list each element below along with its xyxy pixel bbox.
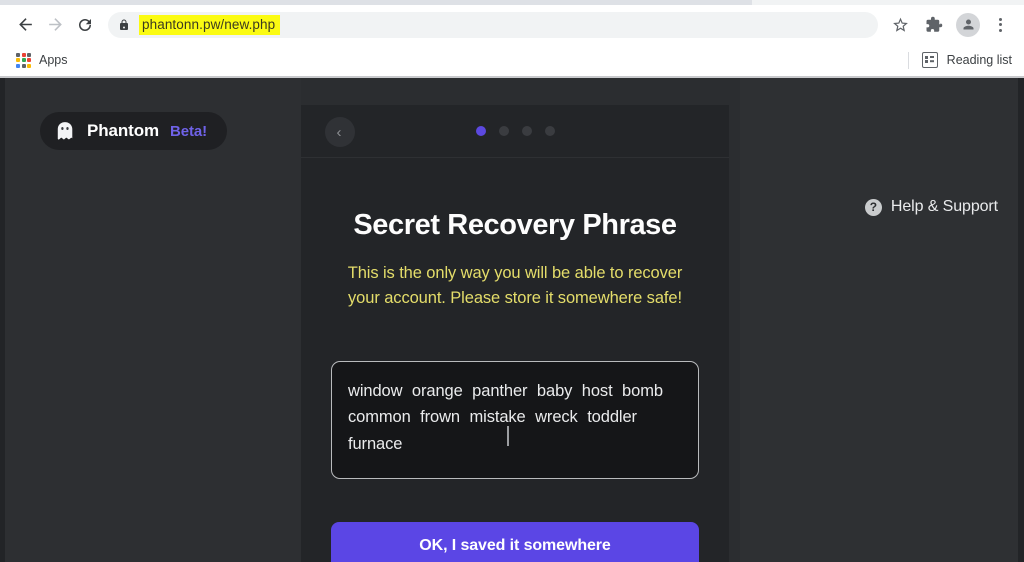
address-bar[interactable]: phantonn.pw/new.php (108, 11, 878, 38)
reading-list-icon (921, 52, 938, 68)
page-left-panel (5, 78, 301, 562)
puzzle-piece-icon (926, 16, 943, 32)
page-left-edge (0, 78, 5, 562)
page-title: Secret Recovery Phrase (353, 209, 677, 241)
chrome-menu-button[interactable] (986, 10, 1014, 40)
browser-toolbar: phantonn.pw/new.php (0, 5, 1024, 44)
question-circle-icon: ? (864, 198, 882, 216)
address-bar-url[interactable]: phantonn.pw/new.php (139, 14, 281, 35)
star-icon (892, 17, 908, 32)
web-page-content: Phantom Beta! ? Help & Support ‹ Secret … (0, 78, 1024, 562)
lock-icon (118, 18, 130, 32)
apps-grid-icon (16, 52, 31, 68)
avatar (956, 12, 980, 37)
arrow-left-icon (18, 18, 32, 31)
bookmark-apps[interactable]: Apps (10, 50, 74, 71)
back-button[interactable] (10, 10, 40, 40)
screenshot-root: phantonn.pw/new.php Apps Reading list Ph… (0, 0, 1024, 562)
browser-chrome: phantonn.pw/new.php Apps Reading list (0, 0, 1024, 78)
seed-phrase-box[interactable]: window orange panther baby host bomb com… (331, 360, 699, 479)
forward-button[interactable] (40, 10, 70, 40)
recovery-phrase-modal: ‹ Secret Recovery Phrase This is the onl… (301, 105, 729, 562)
menu-dot (998, 23, 1002, 26)
seed-phrase-words: window orange panther baby host bomb com… (348, 381, 663, 453)
bookmark-apps-label: Apps (39, 53, 68, 67)
reload-button[interactable] (70, 10, 100, 40)
reading-list-label[interactable]: Reading list (947, 53, 1012, 67)
help-and-support-link[interactable]: ? Help & Support (864, 198, 998, 216)
step-dot-3[interactable] (521, 126, 532, 136)
modal-header: ‹ (301, 105, 729, 158)
toolbar-icon-group (884, 10, 1014, 40)
reload-icon (79, 18, 91, 31)
step-dot-1[interactable] (475, 126, 486, 136)
step-dot-4[interactable] (544, 126, 555, 136)
brand-name: Phantom (87, 121, 160, 140)
help-and-support-label: Help & Support (890, 198, 998, 215)
confirm-saved-button[interactable]: OK, I saved it somewhere (331, 521, 699, 562)
profile-button[interactable] (952, 10, 984, 40)
bookmarks-bar-right: Reading list (907, 51, 1014, 69)
person-icon (963, 19, 973, 30)
bookmarks-divider (907, 51, 909, 69)
modal-body: Secret Recovery Phrase This is the only … (301, 209, 729, 562)
warning-text: This is the only way you will be able to… (347, 264, 683, 307)
ghost-icon (57, 122, 73, 140)
phantom-brand-badge[interactable]: Phantom Beta! (40, 112, 228, 150)
page-right-edge (1018, 78, 1024, 562)
chrome-bottom-border (0, 76, 1024, 78)
text-caret (507, 425, 509, 446)
brand-beta-tag: Beta! (170, 122, 208, 140)
arrow-right-icon (48, 18, 62, 31)
extensions-button[interactable] (918, 10, 950, 40)
step-dot-2[interactable] (498, 126, 509, 136)
bookmark-star-button[interactable] (884, 10, 916, 40)
page-right-panel (740, 78, 1018, 562)
menu-dot (998, 28, 1002, 32)
bookmarks-bar: Apps Reading list (0, 44, 1024, 76)
onboarding-step-indicator (301, 126, 729, 136)
menu-dot (998, 17, 1002, 21)
